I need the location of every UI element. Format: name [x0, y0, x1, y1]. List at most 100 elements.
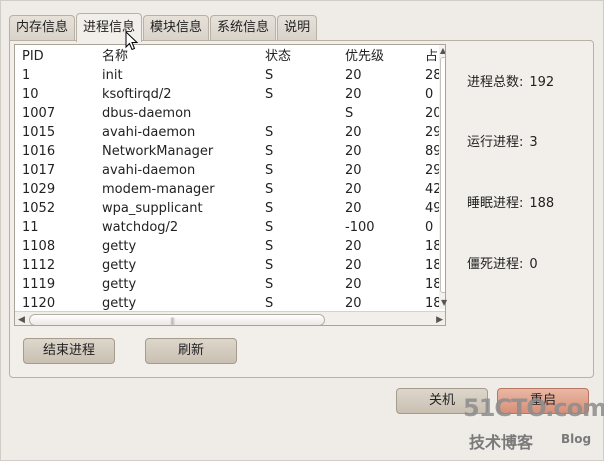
table-row[interactable]: 1108 getty S 20 18 — [15, 237, 445, 256]
cell-cpu: 0 — [425, 220, 434, 235]
cell-state: S — [265, 239, 274, 254]
cell-cpu: 18 — [425, 258, 439, 273]
horizontal-scrollbar[interactable]: ◀ ||| ▶ — [15, 311, 445, 325]
watermark-blog: Blog — [561, 432, 592, 446]
table-row[interactable]: 1007 dbus-daemon S 20 — [15, 104, 445, 123]
tab-bar: 内存信息 进程信息 模块信息 系统信息 说明 — [9, 13, 318, 42]
scroll-down-arrow-icon[interactable]: ▼ — [441, 298, 447, 307]
horizontal-scroll-thumb[interactable]: ||| — [29, 314, 325, 325]
stat-zombie-value: 0 — [529, 257, 538, 272]
table-row[interactable]: 11 watchdog/2 S -100 0 — [15, 218, 445, 237]
cell-priority: 20 — [345, 258, 362, 273]
scroll-left-arrow-icon[interactable]: ◀ — [18, 315, 25, 325]
cell-state: S — [265, 125, 274, 140]
cell-priority: 20 — [345, 182, 362, 197]
cell-priority: S — [345, 106, 354, 121]
column-header-cpu[interactable]: 占 — [425, 47, 439, 66]
stat-total-processes: 进程总数: 192 — [467, 75, 554, 91]
table-row[interactable]: 10 ksoftirqd/2 S 20 0 — [15, 85, 445, 104]
column-header-priority[interactable]: 优先级 — [345, 47, 415, 66]
cell-name: NetworkManager — [102, 144, 214, 159]
cell-priority: 20 — [345, 87, 362, 102]
cell-name: modem-manager — [102, 182, 215, 197]
cell-priority: 20 — [345, 68, 362, 83]
stat-total-value: 192 — [529, 75, 555, 90]
cell-priority: 20 — [345, 277, 362, 292]
tab-about[interactable]: 说明 — [277, 15, 318, 41]
cell-cpu: 29 — [425, 125, 439, 140]
cell-cpu: 89 — [425, 144, 439, 159]
cell-pid: 1 — [22, 68, 31, 83]
cell-name: dbus-daemon — [102, 106, 192, 121]
column-header-pid[interactable]: PID — [22, 47, 92, 66]
cell-pid: 1015 — [22, 125, 56, 140]
table-row[interactable]: 1029 modem-manager S 20 42 — [15, 180, 445, 199]
cell-cpu: 42 — [425, 182, 439, 197]
cell-state: S — [265, 182, 274, 197]
refresh-button[interactable]: 刷新 — [145, 338, 237, 364]
tab-module-info[interactable]: 模块信息 — [143, 15, 210, 41]
stat-sleeping-value: 188 — [529, 196, 555, 211]
tab-memory-info[interactable]: 内存信息 — [9, 15, 76, 41]
stat-running-processes: 运行进程: 3 — [467, 135, 538, 151]
cell-pid: 1108 — [22, 239, 56, 254]
vertical-scroll-thumb[interactable] — [440, 57, 445, 293]
process-table[interactable]: PID 名称 状态 优先级 占 1 init S 20 28 10 ksofti… — [14, 44, 446, 326]
cell-cpu: 29 — [425, 163, 439, 178]
stat-sleeping-label: 睡眠进程: — [467, 196, 524, 211]
scroll-grip-icon: ||| — [170, 317, 175, 325]
scroll-up-arrow-icon[interactable]: ▲ — [439, 47, 445, 55]
column-header-state[interactable]: 状态 — [265, 47, 325, 66]
watermark-sub: 技术博客 — [469, 433, 534, 452]
mouse-cursor-icon — [125, 31, 139, 51]
cell-state: S — [265, 68, 274, 83]
scroll-right-arrow-icon[interactable]: ▶ — [436, 315, 443, 325]
cell-pid: 1016 — [22, 144, 56, 159]
cell-state: S — [265, 201, 274, 216]
cell-pid: 1119 — [22, 277, 56, 292]
cell-name: init — [102, 68, 123, 83]
cell-cpu: 0 — [425, 87, 434, 102]
table-row[interactable]: 1052 wpa_supplicant S 20 49 — [15, 199, 445, 218]
table-row[interactable]: 1112 getty S 20 18 — [15, 256, 445, 275]
table-row[interactable]: 1015 avahi-daemon S 20 29 — [15, 123, 445, 142]
cell-pid: 1017 — [22, 163, 56, 178]
stat-running-value: 3 — [529, 135, 538, 150]
cell-priority: 20 — [345, 125, 362, 140]
cell-state: S — [265, 144, 274, 159]
stat-sleeping-processes: 睡眠进程: 188 — [467, 196, 554, 212]
cell-pid: 1112 — [22, 258, 56, 273]
restart-button[interactable]: 重启 — [497, 388, 589, 414]
table-row[interactable]: 1119 getty S 20 18 — [15, 275, 445, 294]
vertical-scrollbar[interactable]: ▲ — [439, 45, 445, 309]
cell-cpu: 49 — [425, 201, 439, 216]
cell-state: S — [265, 87, 274, 102]
cell-state: S — [265, 277, 274, 292]
cell-pid: 1029 — [22, 182, 56, 197]
tab-system-info[interactable]: 系统信息 — [210, 15, 277, 41]
cell-state: S — [265, 163, 274, 178]
stat-zombie-label: 僵死进程: — [467, 257, 524, 272]
table-row[interactable]: 1017 avahi-daemon S 20 29 — [15, 161, 445, 180]
cell-priority: 20 — [345, 144, 362, 159]
cell-pid: 10 — [22, 87, 39, 102]
cell-state: S — [265, 258, 274, 273]
shutdown-button[interactable]: 关机 — [396, 388, 488, 414]
system-monitor-window: 内存信息 进程信息 模块信息 系统信息 说明 PID 名称 状态 优先级 占 1… — [0, 0, 604, 461]
cell-pid: 1052 — [22, 201, 56, 216]
cell-cpu: 28 — [425, 68, 439, 83]
cell-name: getty — [102, 258, 137, 273]
cell-name: avahi-daemon — [102, 125, 196, 140]
table-row[interactable]: 1 init S 20 28 — [15, 66, 445, 85]
cell-cpu: 18 — [425, 239, 439, 254]
cell-state: S — [265, 220, 274, 235]
end-process-button[interactable]: 结束进程 — [23, 338, 115, 364]
stat-total-label: 进程总数: — [467, 75, 524, 90]
cell-pid: 1007 — [22, 106, 56, 121]
cell-name: ksoftirqd/2 — [102, 87, 172, 102]
table-row[interactable]: 1016 NetworkManager S 20 89 — [15, 142, 445, 161]
stat-zombie-processes: 僵死进程: 0 — [467, 257, 538, 273]
cell-name: wpa_supplicant — [102, 201, 203, 216]
cell-priority: 20 — [345, 201, 362, 216]
table-header: PID 名称 状态 优先级 占 — [15, 47, 445, 66]
